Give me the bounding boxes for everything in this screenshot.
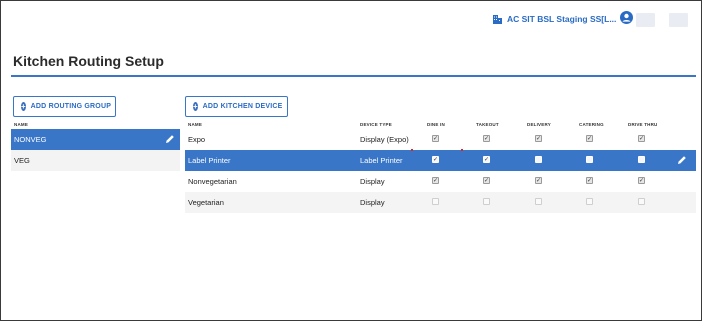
delivery-checkbox[interactable] xyxy=(535,156,542,163)
takeout-column-header: TAKEOUT xyxy=(476,122,499,127)
user-role-placeholder xyxy=(669,13,688,27)
catering-checkbox[interactable] xyxy=(586,198,593,205)
add-routing-group-button[interactable]: + ADD ROUTING GROUP xyxy=(13,96,116,117)
device-type: Display xyxy=(360,177,385,186)
dine-in-checkbox[interactable]: ✓ xyxy=(432,135,439,142)
delivery-checkbox[interactable]: ✓ xyxy=(535,135,542,142)
group-name-column-header: NAME xyxy=(14,122,29,127)
drive-thru-column-header: DRIVE THRU xyxy=(628,122,658,127)
group-item-label: NONVEG xyxy=(14,135,47,144)
device-type: Display xyxy=(360,198,385,207)
dine-in-checkbox[interactable]: ✓ xyxy=(432,156,439,163)
takeout-checkbox[interactable] xyxy=(483,198,490,205)
delivery-checkbox[interactable] xyxy=(535,198,542,205)
kitchen-device-table: Expo Display (Expo) ✓ ✓ ✓ ✓ ✓ Label Prin… xyxy=(185,129,696,213)
dine-in-column-header: DINE IN xyxy=(427,122,445,127)
add-kitchen-device-button[interactable]: + ADD KITCHEN DEVICE xyxy=(185,96,288,117)
plus-circle-icon: + xyxy=(21,102,26,111)
device-name: Nonvegetarian xyxy=(188,177,237,186)
plus-circle-icon: + xyxy=(193,102,198,111)
device-type: Label Printer xyxy=(360,156,403,165)
device-type-column-header: DEVICE TYPE xyxy=(360,122,392,127)
store-selector[interactable]: AC SIT BSL Staging SS[L... xyxy=(493,12,616,26)
top-bar: AC SIT BSL Staging SS[L... xyxy=(1,1,701,37)
drive-thru-checkbox[interactable]: ✓ xyxy=(638,177,645,184)
takeout-checkbox[interactable]: ✓ xyxy=(483,135,490,142)
takeout-checkbox[interactable]: ✓ xyxy=(483,156,490,163)
group-item-nonveg[interactable]: NONVEG xyxy=(11,129,180,150)
device-type: Display (Expo) xyxy=(360,135,409,144)
add-routing-group-label: ADD ROUTING GROUP xyxy=(30,103,112,110)
drive-thru-checkbox[interactable]: ✓ xyxy=(638,135,645,142)
app-window: AC SIT BSL Staging SS[L... Kitchen Routi… xyxy=(0,0,702,321)
user-account-icon[interactable] xyxy=(620,11,633,24)
catering-checkbox[interactable]: ✓ xyxy=(586,177,593,184)
device-row-nonvegetarian[interactable]: Nonvegetarian Display ✓ ✓ ✓ ✓ ✓ xyxy=(185,171,696,192)
edit-pencil-icon[interactable] xyxy=(677,155,687,165)
device-name: Vegetarian xyxy=(188,198,224,207)
catering-column-header: CATERING xyxy=(579,122,604,127)
routing-group-list: NONVEG VEG xyxy=(11,129,180,171)
drive-thru-checkbox[interactable] xyxy=(638,198,645,205)
add-kitchen-device-label: ADD KITCHEN DEVICE xyxy=(202,103,283,110)
red-marker xyxy=(411,149,413,151)
page-title: Kitchen Routing Setup xyxy=(13,53,164,69)
dine-in-checkbox[interactable] xyxy=(432,198,439,205)
title-divider xyxy=(11,75,696,77)
red-marker xyxy=(461,149,463,151)
device-row-label-printer[interactable]: Label Printer Label Printer ✓ ✓ xyxy=(185,149,696,171)
device-name-column-header: NAME xyxy=(188,122,203,127)
group-item-veg[interactable]: VEG xyxy=(11,150,180,171)
catering-checkbox[interactable]: ✓ xyxy=(586,135,593,142)
user-name-placeholder xyxy=(636,13,655,27)
takeout-checkbox[interactable]: ✓ xyxy=(483,177,490,184)
delivery-checkbox[interactable]: ✓ xyxy=(535,177,542,184)
device-row-expo[interactable]: Expo Display (Expo) ✓ ✓ ✓ ✓ ✓ xyxy=(185,129,696,150)
drive-thru-checkbox[interactable] xyxy=(638,156,645,163)
dine-in-checkbox[interactable]: ✓ xyxy=(432,177,439,184)
edit-pencil-icon[interactable] xyxy=(165,134,175,144)
building-icon xyxy=(493,15,502,24)
device-name: Label Printer xyxy=(188,156,231,165)
store-name: AC SIT BSL Staging SS[L... xyxy=(507,14,617,24)
device-row-vegetarian[interactable]: Vegetarian Display xyxy=(185,192,696,213)
group-item-label: VEG xyxy=(14,156,30,165)
device-name: Expo xyxy=(188,135,206,144)
delivery-column-header: DELIVERY xyxy=(527,122,551,127)
catering-checkbox[interactable] xyxy=(586,156,593,163)
